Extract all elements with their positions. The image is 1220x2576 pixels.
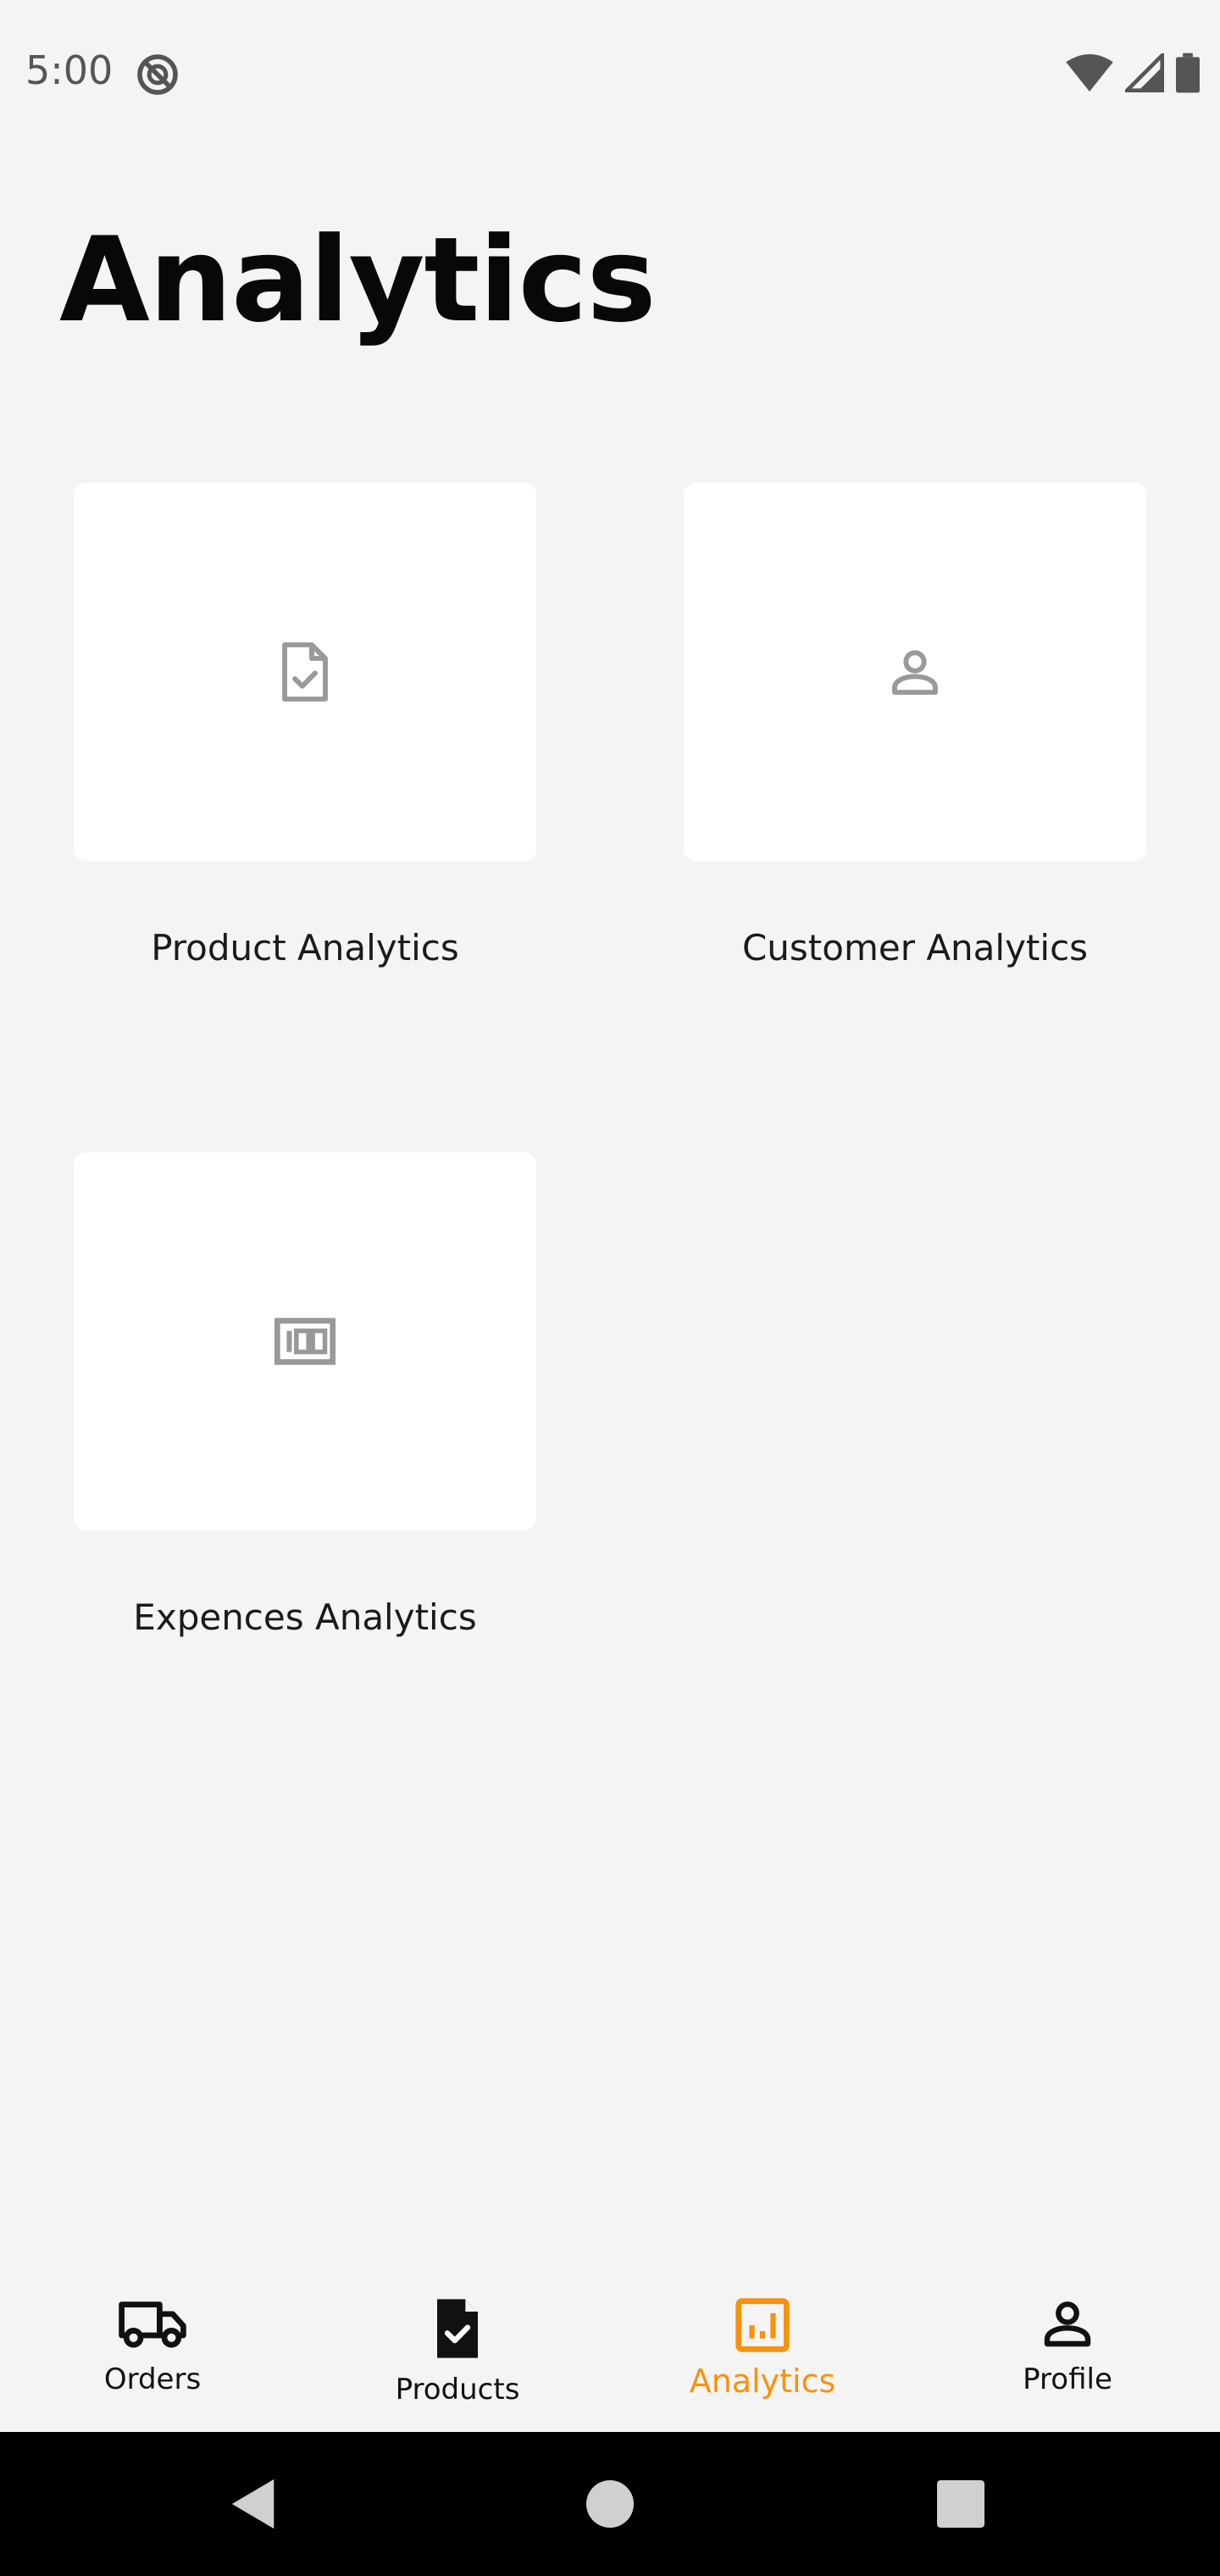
document-check-icon — [282, 642, 328, 702]
nav-label-analytics: Analytics — [689, 2362, 836, 2400]
expences-analytics-card[interactable] — [74, 1152, 536, 1530]
nav-label-profile: Profile — [1023, 2362, 1112, 2396]
nav-item-analytics[interactable]: Analytics — [610, 2246, 915, 2432]
nav-item-profile[interactable]: Profile — [915, 2246, 1220, 2432]
status-bar: 5:00 — [0, 0, 1220, 144]
person-icon — [892, 650, 938, 695]
battery-icon — [1176, 53, 1200, 93]
recents-icon[interactable] — [937, 2480, 984, 2528]
expences-analytics-label: Expences Analytics — [133, 1596, 477, 1638]
chart-icon — [735, 2298, 790, 2352]
truck-icon — [119, 2301, 186, 2348]
back-icon[interactable] — [229, 2477, 280, 2531]
page-title: Analytics — [59, 212, 657, 348]
customer-analytics-label: Customer Analytics — [741, 927, 1089, 969]
money-icon — [274, 1318, 336, 1365]
wifi-icon — [1066, 54, 1113, 92]
signal-icon — [1125, 53, 1164, 92]
person-icon — [1044, 2301, 1091, 2347]
status-time: 5:00 — [25, 47, 114, 93]
nav-label-orders: Orders — [103, 2362, 202, 2396]
customer-analytics-card[interactable] — [684, 483, 1146, 861]
expences-analytics-tile[interactable]: Expences Analytics — [74, 1152, 536, 1638]
home-icon[interactable] — [586, 2480, 634, 2528]
product-analytics-tile[interactable]: Product Analytics — [74, 483, 536, 969]
product-analytics-card[interactable] — [74, 483, 536, 861]
nav-item-products[interactable]: Products — [305, 2246, 610, 2432]
customer-analytics-tile[interactable]: Customer Analytics — [684, 483, 1146, 969]
do-not-disturb-icon — [137, 54, 178, 95]
status-icons — [1066, 51, 1200, 95]
nav-item-orders[interactable]: Orders — [0, 2246, 305, 2432]
system-navigation-bar — [0, 2432, 1220, 2576]
document-check-icon — [437, 2299, 478, 2358]
nav-label-products: Products — [395, 2373, 520, 2407]
bottom-navigation: Orders Products Analytics Profile — [0, 2246, 1220, 2432]
product-analytics-label: Product Analytics — [151, 927, 459, 969]
